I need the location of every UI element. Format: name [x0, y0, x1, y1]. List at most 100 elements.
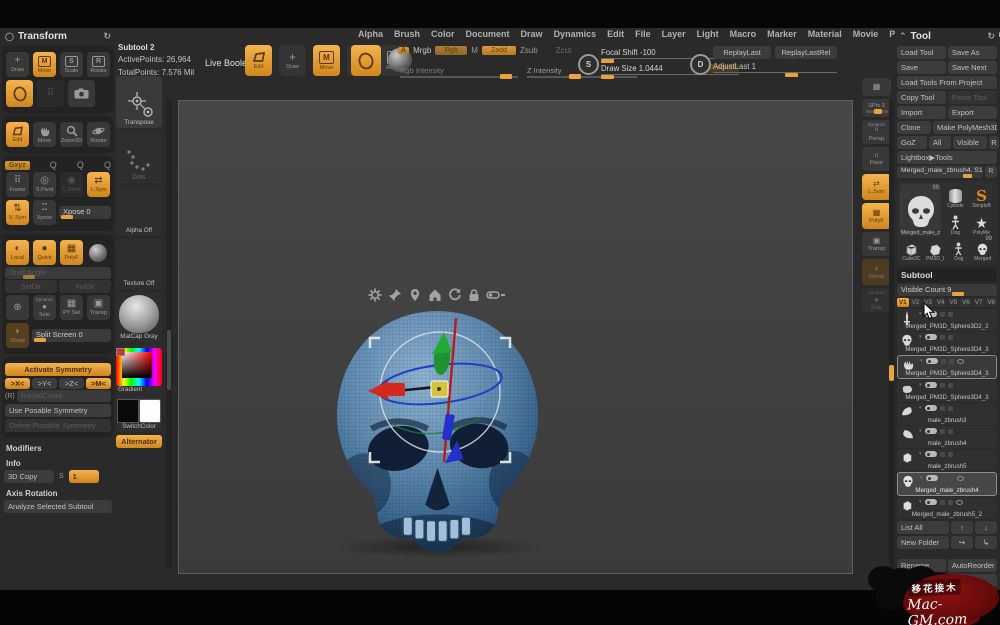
current-tool-thumbnail[interactable]: 99 Merged_male_z — [900, 184, 941, 236]
menu-dynamics[interactable]: Dynamics — [554, 29, 597, 42]
draw-pointer-button[interactable]: +Draw — [6, 52, 29, 77]
ghost-button-shelf[interactable]: ◗Ghost — [862, 259, 891, 285]
main-color-swatch[interactable] — [117, 399, 139, 423]
zadd-button[interactable]: Zadd — [482, 46, 516, 55]
mrgb-label[interactable]: Mrgb — [413, 46, 431, 55]
subtool-row-1[interactable]: ▾ Merged_PM3D_Sphere3D2_2 — [897, 309, 997, 331]
lsym-button[interactable]: ⇄L.Sym — [862, 174, 891, 200]
menu-material[interactable]: Material — [808, 29, 842, 42]
focal-shift-handle[interactable] — [601, 59, 614, 63]
sym-x-button[interactable]: >X< — [5, 378, 30, 389]
transp-button-shelf[interactable]: ▣Transp — [862, 232, 891, 256]
adjust-last-handle[interactable] — [785, 73, 798, 77]
edit-button[interactable]: Edit — [6, 122, 29, 147]
setdir-button[interactable]: SetDir — [5, 280, 57, 293]
palette-dog2[interactable]: Dog — [948, 238, 971, 262]
polyf-button[interactable]: ▦PolyF — [862, 203, 891, 229]
subtool-row-5[interactable]: ▾ male_zbrush3 — [897, 403, 997, 425]
make-polymesh3d-button[interactable]: Make PolyMesh3D — [933, 121, 997, 134]
magnet-q3-icon[interactable]: Q — [104, 161, 111, 170]
orbit-rotate-button[interactable]: Rotate — [87, 122, 110, 147]
subtool-row-7[interactable]: ▾ male_zbrush5 — [897, 449, 997, 471]
export-button[interactable]: Export — [948, 106, 997, 119]
subtool-row-2[interactable]: ▾ Merged_PM3D_Sphere3D4_3 — [897, 332, 997, 354]
menu-light[interactable]: Light — [697, 29, 719, 42]
local-symmetry-button[interactable]: ⇄L.Sym — [87, 172, 110, 197]
alternator-button[interactable]: Alternator — [116, 435, 162, 448]
palette-pm3d-cube[interactable]: PM3D_I — [924, 238, 947, 262]
draw-size-dial[interactable]: D — [690, 54, 711, 75]
move-up-button[interactable]: ↑ — [951, 521, 973, 534]
palette-cube3d[interactable]: Cube3C — [900, 238, 923, 262]
visible-count-slider[interactable]: Visible Count 9 — [897, 284, 997, 296]
solo-button-shelf[interactable]: Dynamic●Solo — [862, 288, 891, 312]
transp-button[interactable]: ▣Transp — [87, 295, 110, 320]
rgb-intensity-slider[interactable]: Rgb Intensity — [400, 66, 518, 78]
xpose-slider[interactable]: Xpose 0 — [59, 206, 111, 219]
subtool-row-4[interactable]: ▾ Merged_PM3D_Sphere3D4_3 — [897, 380, 997, 402]
a-badge[interactable]: A — [398, 47, 409, 54]
subtool-row-8-active[interactable]: ▾ Merged_male_zbrush4 — [897, 472, 997, 496]
palette-polymesh-star[interactable]: ★PolyMe — [969, 211, 994, 236]
quick-button[interactable]: ●Quick — [33, 240, 56, 265]
lightbox-tools-button[interactable]: Lightbox▶Tools — [897, 151, 997, 164]
analyze-selected-subtool-button[interactable]: Analyze Selected Subtool — [4, 500, 112, 513]
save-next-button[interactable]: Save Next — [948, 61, 997, 74]
menu-brush[interactable]: Brush — [394, 29, 420, 42]
xpose-button[interactable]: ⠭Xpose — [33, 200, 56, 225]
subtool-row-6[interactable]: ▾ male_zbrush4 — [897, 426, 997, 448]
tab-v1[interactable]: V1 — [897, 298, 909, 307]
palette-merged[interactable]: 99Merged — [971, 238, 994, 262]
grid-tile[interactable]: ▦ — [862, 78, 891, 96]
floor-button[interactable]: ⠶Floor — [862, 147, 891, 171]
zsub-label[interactable]: Zsub — [520, 46, 538, 55]
rgb-intensity-handle[interactable] — [500, 74, 512, 79]
polyframe-button[interactable]: ▦PolyF — [60, 240, 83, 265]
move-mode-button[interactable]: M Move — [313, 45, 340, 76]
panel-drag-icon[interactable]: ⌃ — [899, 31, 907, 42]
camera-snapshot-button[interactable] — [68, 80, 95, 107]
menu-movie[interactable]: Movie — [853, 29, 879, 42]
draw-size-handle[interactable] — [601, 75, 614, 79]
rgb-button[interactable]: Rgb — [435, 46, 467, 55]
draw-mode-button[interactable]: + Draw — [279, 45, 306, 76]
move-out-folder-button[interactable]: ↳ — [975, 536, 997, 549]
activate-symmetry-button[interactable]: Activate Symmetry — [5, 363, 111, 376]
copy-3d-button[interactable]: 3D Copy — [4, 470, 54, 483]
view-symmetry-button[interactable]: ⇅V. Sym — [6, 200, 29, 225]
menu-edit[interactable]: Edit — [607, 29, 624, 42]
panel-collapse-icon[interactable]: ◯ — [5, 32, 14, 41]
rename-button[interactable]: Rename — [897, 559, 946, 572]
new-folder-button[interactable]: New Folder — [897, 536, 949, 549]
tab-v2[interactable]: V2 — [910, 298, 922, 307]
picker-close-icon[interactable] — [116, 348, 125, 356]
edit-mode-button[interactable]: Edit — [245, 45, 272, 76]
tab-v6[interactable]: V6 — [960, 298, 972, 307]
local-button[interactable]: ◐Local — [6, 240, 29, 265]
py-sel-button[interactable]: ▦PY Sel — [60, 295, 83, 320]
panel-refresh-icon[interactable]: ↻ — [103, 31, 111, 42]
subtool-section-header[interactable]: Subtool — [897, 268, 997, 282]
load-tool-button[interactable]: Load Tool — [897, 46, 946, 59]
menu-layer[interactable]: Layer — [662, 29, 686, 42]
sym-m-button[interactable]: >M< — [86, 378, 111, 389]
frame-button[interactable]: ⠿Frame — [6, 172, 29, 197]
zoom3d-button[interactable]: Zoom3D — [60, 122, 83, 147]
matcap-item[interactable]: MatCap Gray — [116, 292, 162, 342]
palette-dog[interactable]: Dog — [943, 211, 968, 236]
split-screen-slider[interactable]: Split Screen 0 — [32, 329, 111, 342]
sym-z-button[interactable]: >Z< — [59, 378, 84, 389]
magnet-q2-icon[interactable]: Q — [77, 161, 84, 170]
texture-off-item[interactable]: Texture Off — [116, 239, 162, 289]
subtool-row-3-selected[interactable]: ▾ Merged_PM3D_Sphere3D4_3 — [897, 355, 997, 379]
s-value-slider[interactable]: 1 — [69, 470, 99, 483]
menu-file[interactable]: File — [635, 29, 651, 42]
m-label[interactable]: M — [471, 46, 478, 55]
z-intensity-handle[interactable] — [569, 74, 581, 79]
copy-tool-button[interactable]: Copy Tool — [897, 91, 946, 104]
menu-marker[interactable]: Marker — [767, 29, 797, 42]
right-scrollbar[interactable] — [889, 100, 894, 570]
hue-ring[interactable] — [116, 348, 162, 386]
transpose-item[interactable]: Transpose — [116, 76, 162, 128]
palette-cylinder[interactable]: Cylinde — [943, 184, 968, 209]
